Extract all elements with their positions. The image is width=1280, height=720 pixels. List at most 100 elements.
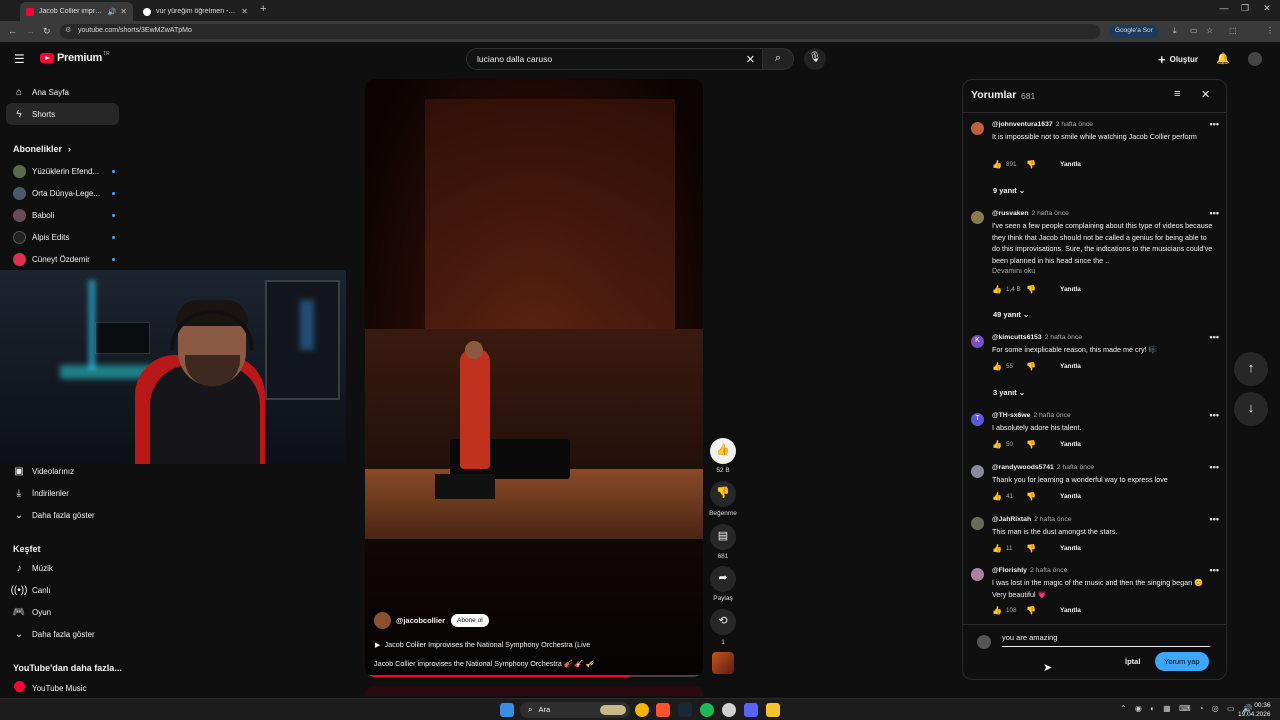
file-explorer-icon[interactable] (766, 703, 780, 717)
view-replies-button[interactable]: 3 yanıt ⌄ (993, 388, 1025, 397)
commenter-avatar[interactable] (971, 122, 984, 135)
create-button[interactable]: + Oluştur (1158, 52, 1198, 67)
reload-icon[interactable]: ↻ (43, 26, 51, 37)
sidebar-item-gaming[interactable]: 🎮 Oyun (6, 601, 119, 623)
more-options-icon[interactable]: ••• (1210, 208, 1219, 218)
dislike-icon[interactable]: 👎 (1026, 492, 1048, 501)
sidebar-item-show-more[interactable]: ⌄ Daha fazla göster (6, 504, 119, 526)
subscribe-button[interactable]: Abone ol (451, 614, 489, 627)
view-replies-button[interactable]: 9 yanıt ⌄ (993, 186, 1025, 195)
commenter-avatar[interactable]: T (971, 413, 984, 426)
comment-time[interactable]: 2 hafta önce (1045, 334, 1082, 341)
close-tab-icon[interactable]: ✕ (120, 7, 127, 16)
channel-name[interactable]: @jacobcollier (396, 616, 445, 625)
like-icon[interactable]: 👍 (992, 544, 1002, 553)
clock[interactable]: 00:36 19.04.2026 (1238, 701, 1271, 719)
comment-time[interactable]: 2 hafta önce (1034, 516, 1071, 523)
notifications-bell-icon[interactable]: 🔔 (1216, 52, 1230, 65)
site-info-icon[interactable]: ⚙ (65, 26, 71, 34)
commenter-avatar[interactable] (971, 517, 984, 530)
comment-author[interactable]: @rusvaken (992, 210, 1028, 217)
tab-active[interactable]: Jacob Collier improvises the 🔊 ✕ (20, 2, 133, 21)
account-avatar[interactable] (1248, 52, 1262, 66)
reply-button[interactable]: Yanıtla (1060, 441, 1081, 448)
chrome-icon[interactable] (635, 703, 649, 717)
comment-author[interactable]: @JahRixtah (992, 516, 1031, 523)
sidebar-item-explore-more[interactable]: ⌄ Daha fazla göster (6, 623, 119, 645)
sound-thumbnail[interactable] (712, 652, 734, 674)
sidebar-sub-item[interactable]: Alpis Edits (6, 226, 119, 248)
comment-time[interactable]: 2 hafta önce (1031, 210, 1068, 217)
sidebar-sub-item[interactable]: Cüneyt Özdemir (6, 248, 119, 270)
reply-button[interactable]: Yanıtla (1060, 363, 1081, 370)
extensions-icon[interactable]: ⬚ (1229, 26, 1237, 35)
search-input[interactable]: luciano dalla caruso ✕ (466, 48, 766, 70)
like-icon[interactable]: 👍 (992, 492, 1002, 501)
speaker-icon[interactable]: 🔊 (108, 8, 117, 16)
like-icon[interactable]: 👍 (992, 160, 1002, 169)
view-replies-button[interactable]: 49 yanıt ⌄ (993, 310, 1029, 319)
google-ask-button[interactable]: Google'a Sor (1109, 25, 1159, 38)
shorts-video-player[interactable]: @jacobcollier Abone ol ▶ Jacob Collier I… (365, 79, 703, 677)
reply-button[interactable]: Yanıtla (1060, 161, 1081, 168)
windows-start-icon[interactable] (500, 703, 514, 717)
download-icon[interactable]: ⤓ (1173, 26, 1177, 36)
like-icon[interactable]: 👍 (992, 285, 1002, 294)
maximize-icon[interactable]: ❐ (1236, 3, 1254, 14)
sidebar-sub-item[interactable]: Yüzüklerin Efend... (6, 160, 119, 182)
sidebar-item-home[interactable]: ⌂ Ana Sayfa (6, 81, 119, 103)
reply-button[interactable]: Yanıtla (1060, 607, 1081, 614)
comment-author[interactable]: @kimcutts6153 (992, 334, 1042, 341)
comment-time[interactable]: 2 hafta önce (1030, 567, 1067, 574)
reply-button[interactable]: Yanıtla (1060, 286, 1081, 293)
back-icon[interactable]: ← (8, 26, 17, 36)
sort-icon[interactable]: ≡ (1174, 88, 1180, 100)
commenter-avatar[interactable]: K (971, 335, 984, 348)
more-options-icon[interactable]: ••• (1210, 332, 1219, 342)
search-button[interactable]: ⌕ (762, 48, 794, 70)
dislike-button[interactable]: 👎 (710, 481, 736, 507)
commenter-avatar[interactable] (971, 568, 984, 581)
previous-video-button[interactable]: ↑ (1234, 352, 1268, 386)
steam-icon[interactable] (678, 703, 692, 717)
more-options-icon[interactable]: ••• (1210, 565, 1219, 575)
minimize-icon[interactable]: — (1215, 3, 1233, 13)
dislike-icon[interactable]: 👎 (1026, 544, 1048, 553)
sidebar-item-shorts[interactable]: ϟ Shorts (6, 103, 119, 125)
cancel-button[interactable]: İptal (1125, 657, 1140, 666)
comment-time[interactable]: 2 hafta önce (1056, 121, 1093, 128)
submit-comment-button[interactable]: Yorum yap (1155, 652, 1209, 671)
like-icon[interactable]: 👍 (992, 606, 1002, 615)
close-tab-icon[interactable]: ✕ (241, 7, 248, 16)
next-video-button[interactable]: ↓ (1234, 392, 1268, 426)
more-options-icon[interactable]: ••• (1210, 410, 1219, 420)
dislike-icon[interactable]: 👎 (1026, 160, 1048, 169)
tab-inactive[interactable]: vur yüreğim öğretmen - Googl ✕ (137, 2, 254, 21)
sidebar-sub-item[interactable]: Orta Dünya-Lege... (6, 182, 119, 204)
comments-button[interactable]: ▤ (710, 524, 736, 550)
more-options-icon[interactable]: ••• (1210, 462, 1219, 472)
reply-button[interactable]: Yanıtla (1060, 545, 1081, 552)
more-options-icon[interactable]: ••• (1210, 119, 1219, 129)
dislike-icon[interactable]: 👎 (1026, 285, 1048, 294)
comment-input[interactable]: you are amazing (1002, 633, 1210, 647)
sidebar-item-downloads[interactable]: ⤓ İndirilenler (6, 482, 119, 504)
share-button[interactable]: ➦ (710, 566, 736, 592)
discord-icon[interactable] (744, 703, 758, 717)
cast-icon[interactable]: ▭ (1190, 26, 1198, 35)
subscriptions-heading[interactable]: Abonelikler › (13, 144, 71, 154)
taskbar-search[interactable]: ⌕ Ara (520, 702, 630, 718)
like-icon[interactable]: 👍 (992, 440, 1002, 449)
bookmark-star-icon[interactable]: ☆ (1206, 26, 1213, 35)
sidebar-item-live[interactable]: ((•)) Canlı (6, 579, 119, 601)
dislike-icon[interactable]: 👎 (1026, 440, 1048, 449)
comment-author[interactable]: @johnventura1637 (992, 121, 1053, 128)
commenter-avatar[interactable] (971, 465, 984, 478)
sidebar-item-music[interactable]: ♪ Müzik (6, 557, 119, 579)
clear-search-icon[interactable]: ✕ (746, 53, 755, 66)
hamburger-menu-icon[interactable]: ☰ (14, 52, 25, 66)
comment-author[interactable]: @TH-sx6we (992, 412, 1030, 419)
voice-search-button[interactable]: 🎙 (804, 48, 826, 70)
playlist-link[interactable]: ▶ Jacob Collier Improvises the National … (375, 640, 590, 649)
forward-icon[interactable]: → (26, 26, 35, 36)
